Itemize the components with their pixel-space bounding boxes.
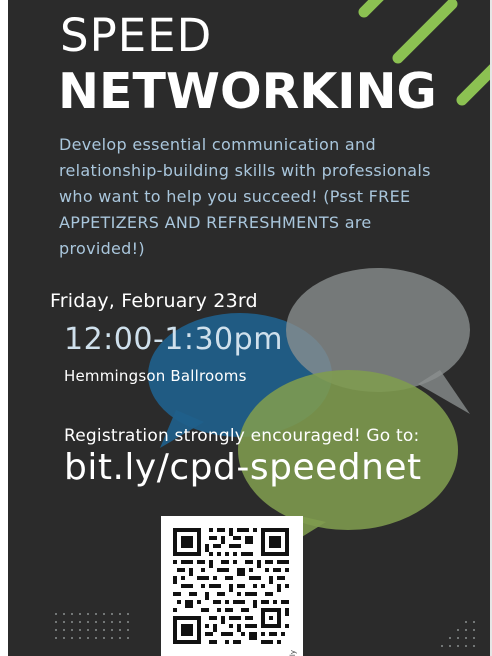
event-poster: SPEED NETWORKING Develop essential commu… — [8, 0, 492, 656]
qr-code[interactable]: bitly — [161, 516, 303, 656]
decorative-dots — [441, 621, 475, 647]
qr-code-icon — [173, 528, 289, 644]
decorative-dots — [55, 613, 129, 639]
registration-link[interactable]: bit.ly/cpd-speednet — [64, 447, 422, 488]
event-time: 12:00-1:30pm — [64, 322, 283, 357]
event-location: Hemmingson Ballrooms — [64, 367, 247, 385]
qr-brand-label: bitly — [289, 650, 297, 656]
registration-text: Registration strongly encouraged! Go to: — [64, 426, 420, 446]
event-date: Friday, February 23rd — [50, 290, 258, 312]
